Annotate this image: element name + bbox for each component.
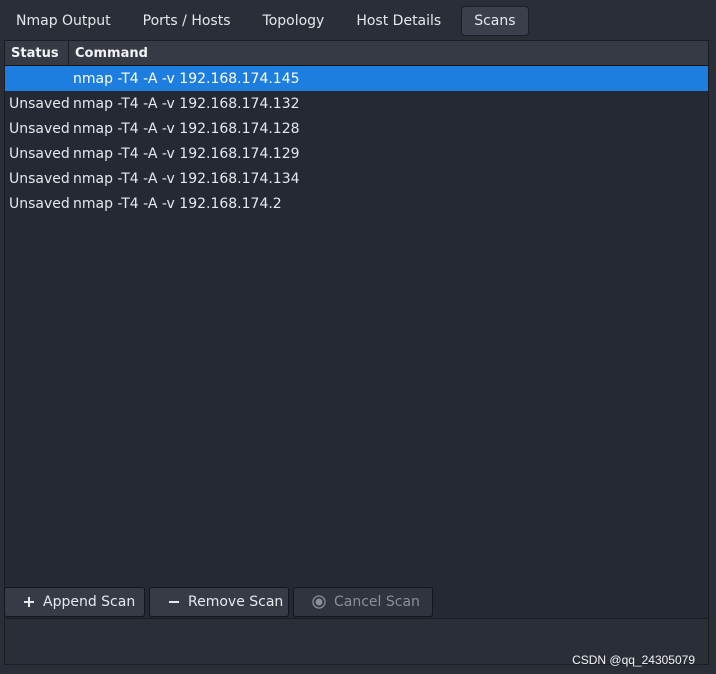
append-scan-button[interactable]: Append Scan xyxy=(4,587,145,617)
cancel-scan-label: Cancel Scan xyxy=(334,594,420,610)
table-row[interactable]: Unsaved nmap -T4 -A -v 192.168.174.134 xyxy=(5,166,708,191)
cancel-scan-button[interactable]: Cancel Scan xyxy=(293,587,433,617)
row-command: nmap -T4 -A -v 192.168.174.132 xyxy=(73,95,300,112)
scans-window: Nmap Output Ports / Hosts Topology Host … xyxy=(0,0,716,674)
watermark-text: CSDN @qq_24305079 xyxy=(572,653,695,667)
table-row[interactable]: Unsaved nmap -T4 -A -v 192.168.174.128 xyxy=(5,116,708,141)
row-command: nmap -T4 -A -v 192.168.174.129 xyxy=(73,145,300,162)
stop-icon xyxy=(312,595,326,609)
table-row[interactable]: nmap -T4 -A -v 192.168.174.145 xyxy=(5,66,708,91)
minus-icon xyxy=(168,595,180,609)
tab-ports-hosts[interactable]: Ports / Hosts xyxy=(131,6,243,36)
row-command: nmap -T4 -A -v 192.168.174.2 xyxy=(73,195,282,212)
column-header-status[interactable]: Status xyxy=(5,41,69,65)
scans-panel: Status Command nmap -T4 -A -v 192.168.17… xyxy=(4,40,709,665)
row-status: Unsaved xyxy=(9,170,70,187)
tab-topology[interactable]: Topology xyxy=(251,6,337,36)
row-command: nmap -T4 -A -v 192.168.174.134 xyxy=(73,170,300,187)
row-command: nmap -T4 -A -v 192.168.174.145 xyxy=(73,70,300,87)
row-command: nmap -T4 -A -v 192.168.174.128 xyxy=(73,120,300,137)
tab-host-details[interactable]: Host Details xyxy=(344,6,453,36)
scans-table[interactable]: Status Command nmap -T4 -A -v 192.168.17… xyxy=(5,41,708,619)
table-row[interactable]: Unsaved nmap -T4 -A -v 192.168.174.2 xyxy=(5,191,708,216)
row-status: Unsaved xyxy=(9,145,70,162)
append-scan-label: Append Scan xyxy=(43,594,136,610)
remove-scan-button[interactable]: Remove Scan xyxy=(149,587,289,617)
tab-bar: Nmap Output Ports / Hosts Topology Host … xyxy=(4,4,537,38)
row-status: Unsaved xyxy=(9,120,70,137)
tab-nmap-output[interactable]: Nmap Output xyxy=(4,6,123,36)
table-header: Status Command xyxy=(5,41,708,66)
tab-scans[interactable]: Scans xyxy=(461,6,529,36)
row-status: Unsaved xyxy=(9,95,70,112)
row-status: Unsaved xyxy=(9,195,70,212)
remove-scan-label: Remove Scan xyxy=(188,594,284,610)
table-row[interactable]: Unsaved nmap -T4 -A -v 192.168.174.132 xyxy=(5,91,708,116)
plus-icon xyxy=(23,595,35,609)
table-row[interactable]: Unsaved nmap -T4 -A -v 192.168.174.129 xyxy=(5,141,708,166)
button-bar: Append Scan Remove Scan Cancel Scan xyxy=(4,587,433,617)
column-header-command[interactable]: Command xyxy=(69,41,708,65)
